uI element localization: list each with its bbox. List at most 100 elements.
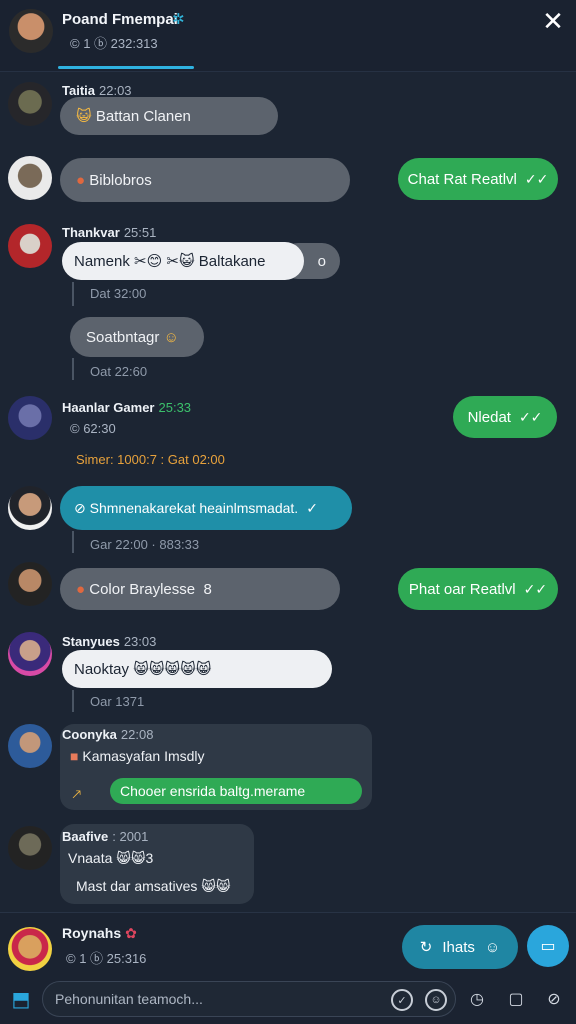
composer-bar: Roynahs✿ © 1 ⓑ 25:316 ↻ Ihats ☺ ▭ ⬒ ✓ ☺ …	[0, 912, 576, 1024]
reply-bubble[interactable]: Chat Rat Reatlvl ✓✓	[398, 158, 558, 200]
sender-name: Coonyka	[62, 727, 117, 742]
message-highlight[interactable]: Chooer ensrida baltg.merame	[110, 778, 362, 804]
sender-name: Stanyues	[62, 634, 120, 649]
sender-name: Thankvar	[62, 225, 120, 240]
send-icon: ▭	[540, 938, 556, 955]
emoji-icon: ☺	[163, 328, 179, 346]
attach-icon[interactable]: ⬒	[8, 987, 34, 1013]
sticker-icon[interactable]: ✓	[391, 989, 413, 1011]
message-tail-text: o	[317, 252, 326, 270]
message-sender: Thankvar 25:51	[62, 225, 156, 240]
message-text: Battan Clanen	[95, 107, 191, 125]
message-bubble[interactable]: ⊘ Shmnenakarekat heainlmsmadat. ✓	[60, 486, 352, 530]
image-icon: ■	[70, 748, 79, 764]
message-time: : 2001	[112, 829, 149, 844]
chat-subtitle: © 1 ⓑ 232:313	[70, 36, 158, 51]
check-circle-icon[interactable]: ⊘	[543, 989, 565, 1011]
message-sender: Taitia 22:03	[62, 83, 132, 98]
reply-bubble[interactable]: Phat oar Reatlvl ✓✓	[398, 568, 558, 610]
message-subtext: © 62:30	[70, 421, 116, 436]
avatar[interactable]	[8, 396, 52, 440]
message-meta: Oat 22:60	[90, 364, 148, 379]
close-icon[interactable]: ✕	[538, 6, 568, 36]
share-label: Ihats	[442, 938, 475, 956]
thread-line	[72, 282, 74, 306]
message-sender: Haanlar Gamer 25:33	[62, 400, 191, 415]
verified-icon: ✲	[172, 11, 185, 28]
avatar[interactable]	[8, 632, 52, 676]
message-bubble[interactable]: Namenk ✂😊 ✂😺 Baltakane	[62, 242, 304, 280]
message-line: Mast dar amsatives 😸😸	[76, 878, 231, 894]
reply-bubble[interactable]: Nledat ✓✓	[453, 396, 557, 438]
message-text: Naoktay 😸😸😸😸😸	[74, 661, 212, 678]
thread-line	[72, 690, 74, 712]
emoji-icon: 🡕	[72, 786, 82, 802]
message-text: Color Braylesse	[89, 580, 196, 598]
message-bubble[interactable]: ● Color Braylesse 8	[60, 568, 340, 610]
avatar[interactable]	[8, 224, 52, 268]
chat-header: Poand Fmempai ✲ © 1 ⓑ 232:313 ✕	[0, 0, 576, 72]
message-text: Chooer ensrida baltg.merame	[120, 783, 306, 799]
message-line: Vnaata 😸😸3	[68, 850, 154, 866]
message-sender: Coonyka 22:08	[62, 727, 153, 742]
emoji-icon[interactable]: ☺	[425, 989, 447, 1011]
message-emoji: 😺	[76, 108, 92, 125]
double-check-icon: ✓✓	[518, 408, 543, 425]
avatar[interactable]	[8, 562, 52, 606]
gif-icon[interactable]: ▢	[505, 989, 527, 1011]
avatar[interactable]	[8, 156, 52, 200]
message-icon: ●	[76, 171, 86, 189]
footer-avatar[interactable]	[8, 927, 52, 971]
message-meta: Simer: 1000:7 : Gat 02:00	[76, 452, 225, 467]
double-check-icon: ✓✓	[524, 170, 549, 187]
message-text: Shmnenakarekat heainlmsmadat.	[89, 500, 299, 516]
message-text: Biblobros	[89, 171, 152, 189]
footer-name-text: Roynahs	[62, 925, 122, 941]
footer-name: Roynahs ✿	[62, 925, 137, 942]
message-extra: 8	[203, 580, 212, 598]
double-check-icon: ✓✓	[523, 580, 548, 597]
status-icon: ✿	[125, 925, 137, 941]
sender-name: Taitia	[62, 83, 95, 98]
active-tab-indicator	[58, 66, 194, 69]
timer-icon[interactable]: ◷	[466, 989, 488, 1011]
message-text: Kamasyafan Imsdly	[82, 748, 205, 764]
sender-name: Baafive	[62, 829, 109, 844]
reply-text: Chat Rat Reatlvl	[407, 170, 517, 188]
message-line: ■ Kamasyafan Imsdly	[70, 748, 205, 764]
thread-line	[72, 531, 74, 553]
emoji-icon: ☺	[484, 938, 501, 956]
message-time: 25:33	[158, 400, 192, 415]
message-meta: Gar 22:00 · 883:33	[90, 537, 200, 552]
header-avatar[interactable]	[9, 9, 53, 53]
footer-subtitle: © 1 ⓑ 25:316	[66, 951, 147, 966]
message-time: 22:08	[120, 727, 154, 742]
message-bubble[interactable]: 😺 Battan Clanen	[60, 97, 278, 135]
link-icon: ⊘	[74, 499, 86, 516]
message-sender: Stanyues 23:03	[62, 634, 156, 649]
share-button[interactable]: ↻ Ihats ☺	[402, 925, 518, 969]
message-time: 23:03	[123, 634, 157, 649]
send-button[interactable]: ▭	[527, 925, 569, 967]
chat-title[interactable]: Poand Fmempai	[62, 11, 178, 28]
avatar[interactable]	[8, 82, 52, 126]
message-time: 22:03	[99, 83, 132, 98]
avatar[interactable]	[8, 826, 52, 870]
thread-line	[72, 358, 74, 380]
message-icon: ●	[76, 580, 86, 598]
thread-reply-bubble[interactable]: Soatbntagr ☺	[70, 317, 204, 357]
message-text: Namenk ✂😊 ✂😺 Baltakane	[74, 253, 266, 270]
avatar[interactable]	[8, 486, 52, 530]
message-bubble[interactable]: ● Biblobros	[60, 158, 350, 202]
check-icon: ✓	[306, 499, 318, 516]
message-meta: Oar 1371	[90, 694, 145, 709]
avatar[interactable]	[8, 724, 52, 768]
message-bubble[interactable]: Naoktay 😸😸😸😸😸	[62, 650, 332, 688]
thread-reply-text: Soatbntagr	[86, 328, 160, 346]
message-time: 25:51	[123, 225, 157, 240]
reply-text: Phat oar Reatlvl	[408, 580, 516, 598]
message-sender: Baafive: 2001	[62, 829, 148, 844]
sender-name: Haanlar Gamer	[62, 400, 155, 415]
share-icon: ↻	[419, 939, 433, 956]
reply-text: Nledat	[467, 408, 511, 426]
